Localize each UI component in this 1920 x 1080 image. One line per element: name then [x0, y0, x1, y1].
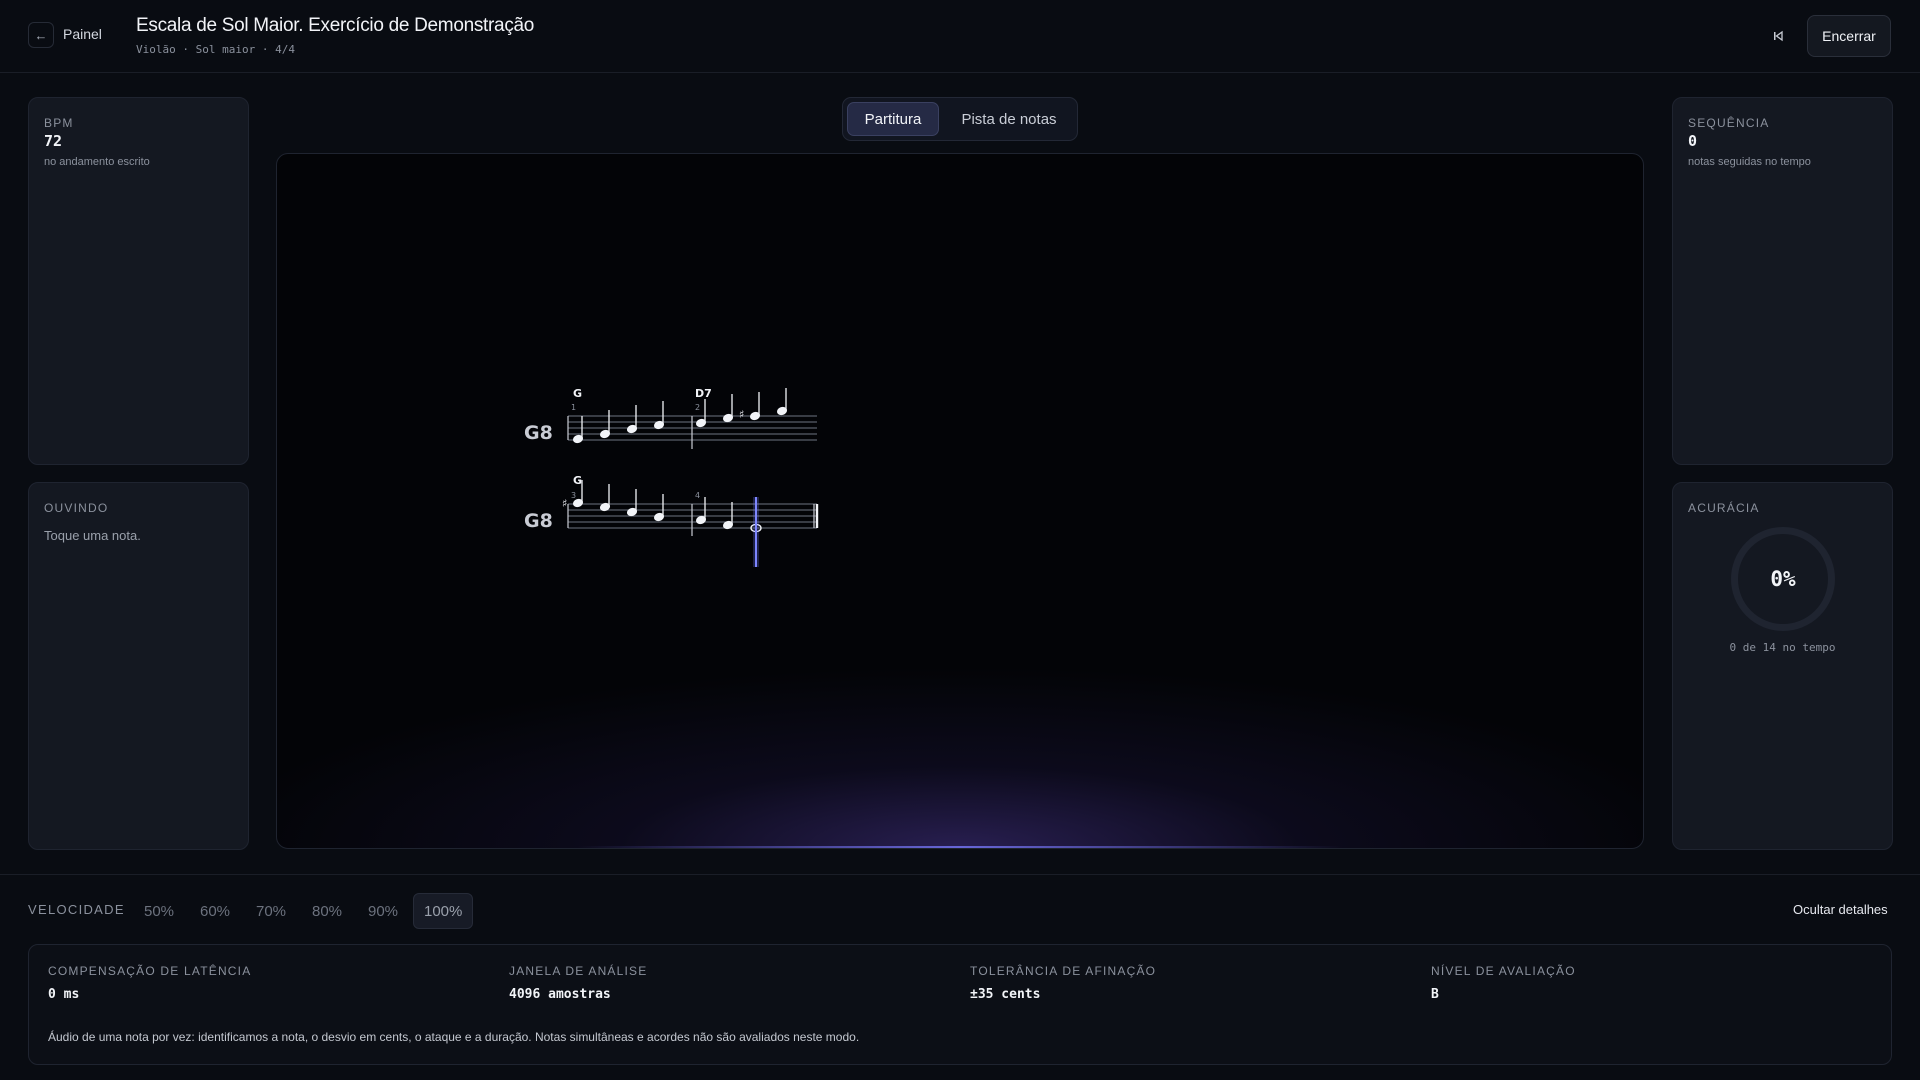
speed-option-60[interactable]: 60%	[190, 893, 240, 929]
page-title: Escala de Sol Maior. Exercício de Demons…	[136, 15, 535, 36]
measure-number: 1	[571, 403, 576, 412]
bpm-value: 72	[44, 132, 63, 150]
back-button[interactable]: ←	[28, 22, 54, 48]
measure-number: 2	[695, 403, 700, 412]
details-panel: COMPENSAÇÃO DE LATÊNCIA 0 ms JANELA DE A…	[28, 944, 1892, 1065]
tolerance-value: ±35 cents	[970, 987, 1041, 1002]
tab-note-track[interactable]: Pista de notas	[947, 102, 1071, 136]
accuracy-value: 0%	[1770, 567, 1796, 591]
score-stage: G8 G D7 1 2 ♯ G8 G 3 4 ♯	[276, 153, 1644, 849]
bpm-note: no andamento escrito	[44, 156, 150, 168]
hide-details-button[interactable]: Ocultar detalhes	[1793, 902, 1888, 917]
evaluation-level-value: B	[1431, 987, 1439, 1002]
bpm-panel: BPM 72 no andamento escrito	[28, 97, 249, 465]
speed-option-70[interactable]: 70%	[246, 893, 296, 929]
clef-label: G8	[524, 510, 553, 532]
top-bar: ← Painel Escala de Sol Maior. Exercício …	[0, 0, 1920, 73]
streak-label: SEQUÊNCIA	[1688, 116, 1770, 130]
measure-number: 3	[571, 491, 576, 500]
chord-symbol: D7	[695, 387, 712, 400]
analysis-window-label: JANELA DE ANÁLISE	[509, 964, 648, 978]
tab-score[interactable]: Partitura	[847, 102, 939, 136]
evaluation-level-setting: NÍVEL DE AVALIAÇÃO B	[1431, 964, 1576, 1002]
tolerance-label: TOLERÂNCIA DE AFINAÇÃO	[970, 964, 1157, 978]
listening-text: Toque uma nota.	[44, 528, 141, 543]
listening-label: OUVINDO	[44, 501, 109, 515]
sharp-accidental: ♯	[739, 408, 744, 421]
score-system-2: G8 G 3 4 ♯	[524, 474, 819, 567]
latency-setting: COMPENSAÇÃO DE LATÊNCIA 0 ms	[48, 964, 251, 1002]
speed-option-80[interactable]: 80%	[302, 893, 352, 929]
skip-back-icon	[1774, 30, 1783, 42]
latency-value: 0 ms	[48, 987, 80, 1002]
accuracy-panel: ACURÁCIA 0% 0 de 14 no tempo	[1672, 482, 1893, 850]
accuracy-note: 0 de 14 no tempo	[1729, 641, 1836, 654]
evaluation-level-label: NÍVEL DE AVALIAÇÃO	[1431, 964, 1576, 978]
chord-symbol: G	[573, 474, 582, 487]
arrow-left-icon: ←	[34, 27, 48, 43]
accuracy-ring: 0%	[1731, 527, 1835, 631]
bpm-label: BPM	[44, 116, 74, 130]
speed-option-50[interactable]: 50%	[134, 893, 184, 929]
clef-label: G8	[524, 422, 553, 444]
bottom-bar: VELOCIDADE 50% 60% 70% 80% 90% 100% Ocul…	[0, 874, 1920, 1080]
measure-number: 4	[695, 491, 700, 500]
score-system-1: G8 G D7 1 2 ♯	[524, 387, 817, 449]
analysis-window-setting: JANELA DE ANÁLISE 4096 amostras	[509, 964, 647, 1002]
streak-note: notas seguidas no tempo	[1688, 156, 1811, 168]
speed-option-100[interactable]: 100%	[413, 893, 474, 929]
listening-panel: OUVINDO Toque uma nota.	[28, 482, 249, 850]
end-button[interactable]: Encerrar	[1807, 15, 1891, 57]
analysis-window-value: 4096 amostras	[509, 987, 611, 1002]
restart-button[interactable]	[1766, 24, 1790, 48]
latency-label: COMPENSAÇÃO DE LATÊNCIA	[48, 964, 252, 978]
tolerance-setting: TOLERÂNCIA DE AFINAÇÃO ±35 cents	[970, 964, 1156, 1002]
chord-symbol: G	[573, 387, 582, 400]
details-note: Áudio de uma nota por vez: identificamos…	[48, 1030, 860, 1044]
sheet-music: G8 G D7 1 2 ♯ G8 G 3 4 ♯	[524, 387, 819, 567]
streak-value: 0	[1688, 132, 1698, 150]
back-label[interactable]: Painel	[63, 26, 102, 42]
page-subtitle: Violão · Sol maior · 4/4	[136, 43, 295, 56]
accuracy-label: ACURÁCIA	[1688, 501, 1760, 515]
view-tabs: Partitura Pista de notas	[842, 97, 1078, 141]
speed-label: VELOCIDADE	[28, 902, 125, 917]
sharp-accidental: ♯	[562, 497, 567, 510]
speed-option-90[interactable]: 90%	[358, 893, 408, 929]
streak-panel: SEQUÊNCIA 0 notas seguidas no tempo	[1672, 97, 1893, 465]
